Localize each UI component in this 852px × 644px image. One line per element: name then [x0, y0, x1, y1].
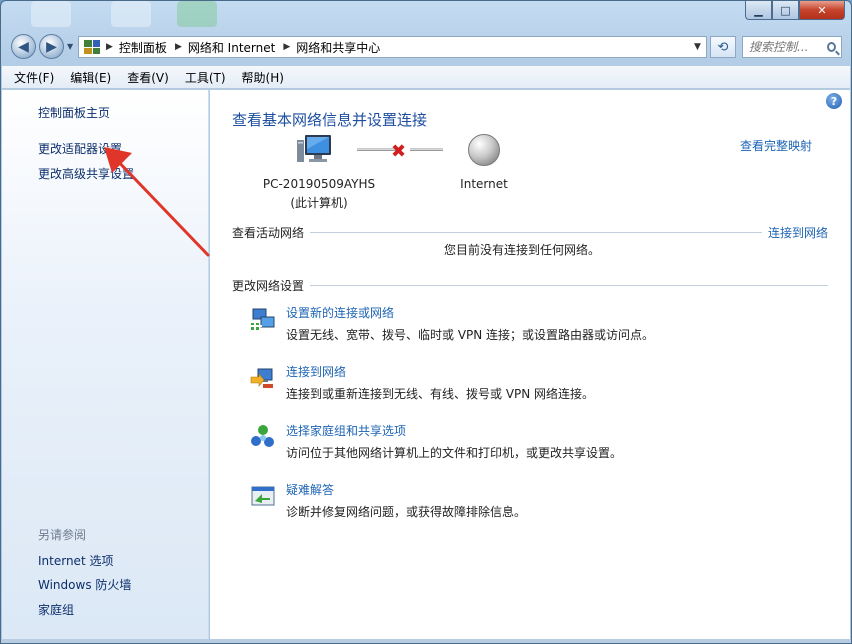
- refresh-button[interactable]: ⟲: [710, 36, 736, 58]
- recent-pages-dropdown[interactable]: ▼: [67, 42, 73, 51]
- chevron-right-icon[interactable]: ▶: [106, 42, 113, 52]
- see-full-map-link[interactable]: 查看完整映射: [740, 137, 812, 154]
- sidebar-link-internet-options[interactable]: Internet 选项: [38, 552, 113, 569]
- back-arrow-icon: ◀: [18, 38, 29, 55]
- breadcrumb-network-internet[interactable]: 网络和 Internet: [188, 39, 275, 56]
- forward-button[interactable]: ▶: [39, 34, 64, 59]
- minimize-button[interactable]: ▁: [745, 1, 772, 20]
- connect-to-network-link[interactable]: 连接到网络: [768, 224, 828, 241]
- menu-bar: 文件(F) 编辑(E) 查看(V) 工具(T) 帮助(H): [2, 66, 850, 89]
- computer-icon[interactable]: [297, 134, 335, 166]
- change-settings-label: 更改网络设置: [232, 279, 305, 293]
- main-content: ? 查看基本网络信息并设置连接 查看完整映射 ✖ PC-20190509AYHS…: [210, 90, 850, 643]
- task-title-new-connection[interactable]: 设置新的连接或网络: [286, 304, 394, 321]
- task-desc-homegroup: 访问位于其他网络计算机上的文件和打印机，或更改共享设置。: [286, 446, 623, 460]
- menu-view[interactable]: 查看(V): [127, 69, 169, 86]
- sidebar-link-change-advanced-sharing[interactable]: 更改高级共享设置: [38, 165, 134, 182]
- sidebar-link-change-adapter-settings[interactable]: 更改适配器设置: [38, 140, 122, 157]
- close-button[interactable]: ✕: [799, 1, 845, 20]
- active-networks-label: 查看活动网络: [232, 226, 305, 240]
- computer-subtitle: (此计算机): [290, 196, 348, 210]
- task-title-connect-network[interactable]: 连接到网络: [286, 363, 346, 380]
- page-title: 查看基本网络信息并设置连接: [232, 111, 428, 129]
- back-button[interactable]: ◀: [11, 34, 36, 59]
- title-glare: [177, 1, 217, 27]
- task-desc-connect-network: 连接到或重新连接到无线、有线、拨号或 VPN 网络连接。: [286, 387, 595, 401]
- no-connection-message: 您目前没有连接到任何网络。: [444, 243, 601, 257]
- internet-label: Internet: [460, 177, 508, 191]
- search-box[interactable]: [742, 36, 842, 58]
- connect-network-icon: [250, 368, 273, 388]
- chevron-right-icon[interactable]: ▶: [175, 42, 182, 52]
- connection-line: [410, 148, 443, 151]
- troubleshoot-icon: [251, 486, 275, 506]
- maximize-button[interactable]: □: [772, 1, 799, 20]
- sidebar-link-homegroup[interactable]: 家庭组: [38, 601, 74, 618]
- task-desc-troubleshoot: 诊断并修复网络问题，或获得故障排除信息。: [286, 505, 527, 519]
- control-panel-icon: [84, 40, 100, 54]
- window-controls: ▁ □ ✕: [745, 1, 845, 20]
- sidebar-link-control-panel-home[interactable]: 控制面板主页: [38, 104, 110, 121]
- see-also-heading: 另请参阅: [38, 528, 87, 542]
- menu-help[interactable]: 帮助(H): [242, 69, 284, 86]
- sidebar-link-windows-firewall[interactable]: Windows 防火墙: [38, 576, 131, 593]
- address-bar[interactable]: ▶ 控制面板 ▶ 网络和 Internet ▶ 网络和共享中心 ▼: [78, 36, 707, 58]
- internet-globe-icon[interactable]: [468, 134, 500, 166]
- active-networks-header: 查看活动网络 连接到网络: [232, 224, 828, 241]
- title-glare: [111, 1, 151, 27]
- sidebar: 控制面板主页 更改适配器设置 更改高级共享设置 另请参阅 Internet 选项…: [2, 90, 209, 643]
- search-input[interactable]: [749, 40, 827, 54]
- forward-arrow-icon: ▶: [46, 38, 57, 55]
- window-bottom-edge: [1, 639, 851, 643]
- divider: [310, 285, 828, 286]
- title-glare: [31, 1, 71, 27]
- homegroup-icon: [251, 425, 274, 447]
- breadcrumb-network-sharing-center[interactable]: 网络和共享中心: [296, 39, 380, 56]
- computer-name: PC-20190509AYHS: [262, 177, 376, 191]
- disconnected-x-icon[interactable]: ✖: [391, 141, 406, 162]
- chevron-right-icon[interactable]: ▶: [283, 42, 290, 52]
- task-desc-new-connection: 设置无线、宽带、拨号、临时或 VPN 连接；或设置路由器或访问点。: [286, 328, 655, 342]
- navigation-bar: ◀ ▶ ▼ ▶ 控制面板 ▶ 网络和 Internet ▶ 网络和共享中心 ▼ …: [1, 32, 851, 62]
- chevron-down-icon[interactable]: ▼: [689, 37, 706, 57]
- new-connection-icon: [250, 308, 275, 332]
- change-settings-header: 更改网络设置: [232, 277, 828, 294]
- network-sharing-center-window: ▁ □ ✕ ◀ ▶ ▼ ▶ 控制面板 ▶ 网络和 Internet ▶ 网络和共…: [0, 0, 852, 644]
- menu-tools[interactable]: 工具(T): [185, 69, 226, 86]
- search-icon[interactable]: [827, 42, 836, 52]
- task-title-homegroup[interactable]: 选择家庭组和共享选项: [286, 422, 406, 439]
- help-icon[interactable]: ?: [826, 93, 842, 109]
- task-title-troubleshoot[interactable]: 疑难解答: [286, 481, 334, 498]
- menu-file[interactable]: 文件(F): [14, 69, 54, 86]
- divider: [310, 232, 762, 233]
- refresh-icon: ⟲: [717, 39, 729, 55]
- breadcrumb-control-panel[interactable]: 控制面板: [119, 39, 167, 56]
- menu-edit[interactable]: 编辑(E): [70, 69, 111, 86]
